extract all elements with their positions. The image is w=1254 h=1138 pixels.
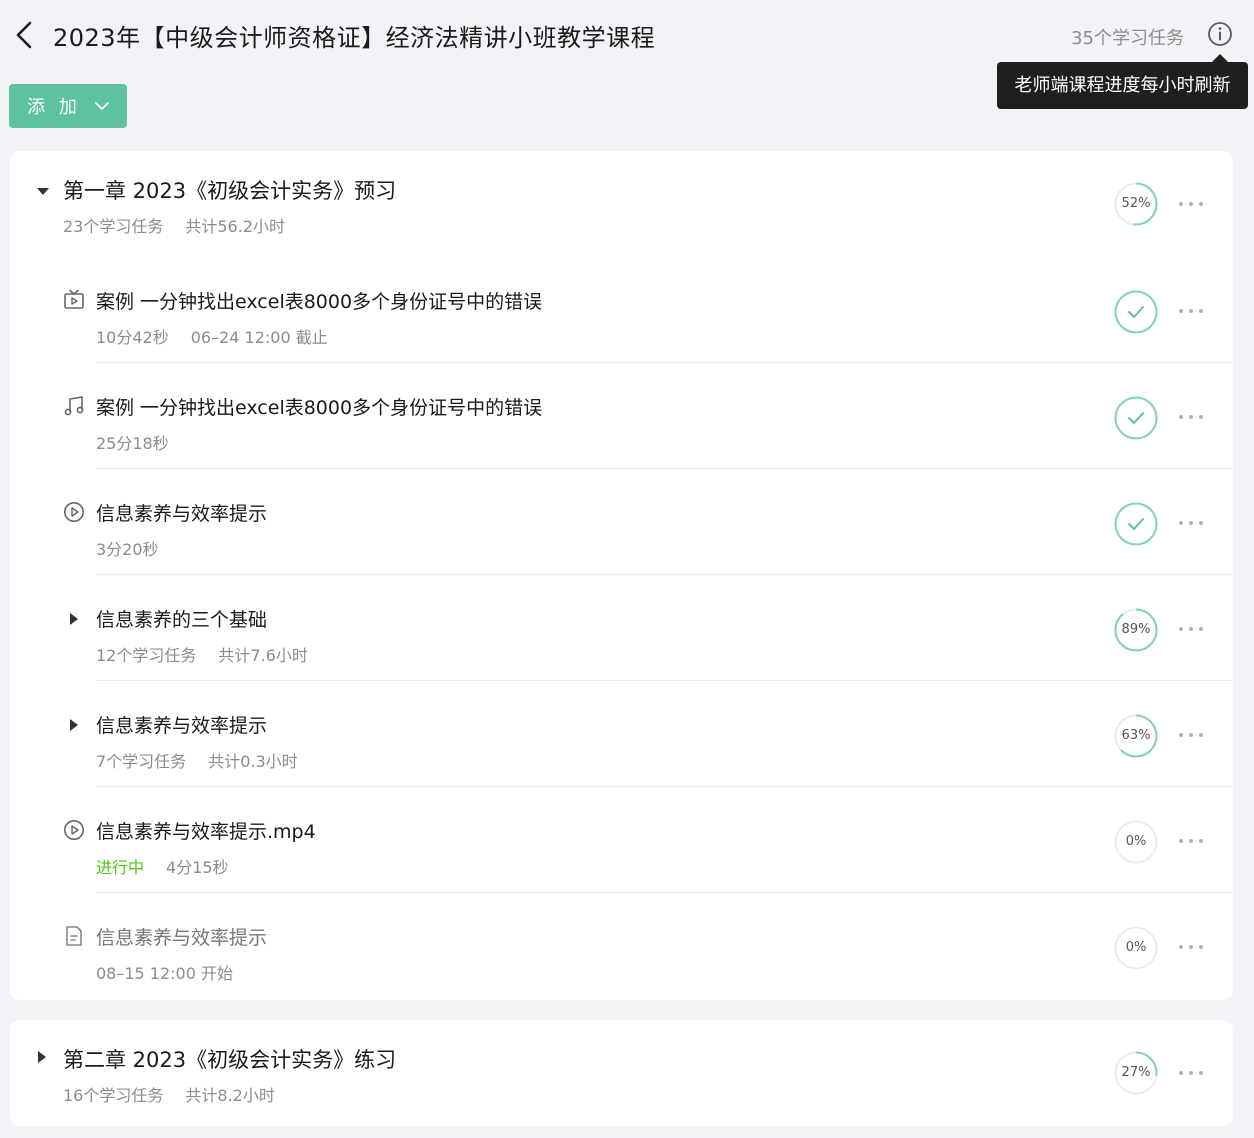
progress-ring: 63% (1114, 714, 1158, 758)
item-meta: 进行中 4分15秒 (96, 854, 229, 878)
more-icon[interactable] (1179, 623, 1203, 635)
play-circle-icon (63, 501, 85, 523)
item-title: 信息素养与效率提示 (96, 715, 268, 737)
item-title: 信息素养与效率提示 (96, 927, 268, 949)
progress-label: 0% (1125, 940, 1147, 955)
progress-label: 52% (1121, 196, 1151, 211)
chapter-card: 第一章 2023《初级会计实务》预习 23个学习任务 共计56.2小时 52% 案… (10, 151, 1233, 1000)
list-item[interactable]: 案例 一分钟找出excel表8000多个身份证号中的错误 25分18秒 (10, 363, 1233, 469)
chapter-title: 第一章 2023《初级会计实务》预习 (63, 179, 397, 203)
progress-label: 63% (1121, 728, 1151, 743)
add-button[interactable]: 添 加 (9, 84, 127, 128)
header: 2023年【中级会计师资格证】经济法精讲小班教学课程 35个学习任务 老师端课程… (0, 0, 1254, 109)
list-item[interactable]: 信息素养的三个基础 12个学习任务 共计7.6小时 89% (10, 575, 1233, 681)
complete-check-icon (1114, 396, 1158, 440)
list-item[interactable]: 信息素养与效率提示.mp4 进行中 4分15秒 0% (10, 787, 1233, 893)
list-item[interactable]: 信息素养与效率提示 3分20秒 (10, 469, 1233, 575)
item-total-time: 共计0.3小时 (208, 752, 298, 771)
add-button-label: 添 加 (27, 97, 81, 118)
more-icon[interactable] (1179, 729, 1203, 741)
chapter-header[interactable]: 第一章 2023《初级会计实务》预习 23个学习任务 共计56.2小时 52% (10, 151, 1233, 251)
status-badge: 进行中 (96, 858, 145, 877)
progress-label: 27% (1121, 1065, 1151, 1080)
progress-ring: 52% (1114, 182, 1158, 226)
item-start-time: 08–15 12:00 开始 (96, 964, 234, 983)
more-icon[interactable] (1179, 941, 1203, 953)
caret-right-icon[interactable] (68, 611, 80, 625)
item-title: 案例 一分钟找出excel表8000多个身份证号中的错误 (96, 397, 543, 419)
item-meta: 7个学习任务 共计0.3小时 (96, 748, 298, 772)
list-item[interactable]: 信息素养与效率提示 7个学习任务 共计0.3小时 63% (10, 681, 1233, 787)
item-deadline: 06–24 12:00 截止 (190, 328, 328, 347)
chapter-meta: 16个学习任务 共计8.2小时 (63, 1082, 275, 1106)
item-title: 信息素养与效率提示 (96, 503, 268, 525)
tooltip: 老师端课程进度每小时刷新 (997, 54, 1248, 109)
caret-down-icon[interactable] (36, 183, 50, 197)
more-icon[interactable] (1179, 835, 1203, 847)
item-meta: 3分20秒 (96, 536, 159, 560)
progress-ring: 0% (1114, 820, 1158, 864)
progress-label: 0% (1125, 834, 1147, 849)
chapter-title: 第二章 2023《初级会计实务》练习 (63, 1048, 397, 1072)
chapter-meta: 23个学习任务 共计56.2小时 (63, 213, 285, 237)
caret-right-icon[interactable] (68, 717, 80, 731)
play-circle-icon (63, 819, 85, 841)
complete-check-icon (1114, 290, 1158, 334)
item-duration: 10分42秒 (96, 328, 169, 347)
more-icon[interactable] (1179, 517, 1203, 529)
progress-ring: 89% (1114, 608, 1158, 652)
info-icon[interactable] (1207, 21, 1233, 47)
item-task-count: 12个学习任务 (96, 646, 197, 665)
live-icon (63, 289, 85, 311)
item-title: 信息素养的三个基础 (96, 609, 268, 631)
list-item[interactable]: 案例 一分钟找出excel表8000多个身份证号中的错误 10分42秒 06–24… (10, 257, 1233, 363)
progress-ring: 27% (1114, 1051, 1158, 1095)
item-meta: 12个学习任务 共计7.6小时 (96, 642, 308, 666)
item-title: 信息素养与效率提示.mp4 (96, 821, 316, 843)
chapter-total-time: 共计8.2小时 (185, 1086, 275, 1105)
chapter-task-count: 23个学习任务 (63, 217, 164, 236)
document-icon (63, 925, 85, 947)
item-meta: 08–15 12:00 开始 (96, 960, 233, 984)
caret-right-icon[interactable] (36, 1049, 48, 1063)
chapter-task-count: 16个学习任务 (63, 1086, 164, 1105)
more-icon[interactable] (1179, 1067, 1203, 1079)
progress-ring: 0% (1114, 926, 1158, 970)
chevron-down-icon (94, 102, 109, 110)
item-title: 案例 一分钟找出excel表8000多个身份证号中的错误 (96, 291, 543, 313)
music-icon (63, 395, 85, 417)
item-duration: 25分18秒 (96, 434, 169, 453)
item-task-count: 7个学习任务 (96, 752, 187, 771)
progress-label: 89% (1121, 622, 1151, 637)
item-duration: 4分15秒 (166, 858, 229, 877)
back-arrow-icon[interactable] (12, 20, 40, 50)
chapter-total-time: 共计56.2小时 (185, 217, 286, 236)
page-title: 2023年【中级会计师资格证】经济法精讲小班教学课程 (53, 24, 656, 52)
item-duration: 3分20秒 (96, 540, 159, 559)
list-item[interactable]: 信息素养与效率提示 08–15 12:00 开始 0% (10, 893, 1233, 999)
chapter-header[interactable]: 第二章 2023《初级会计实务》练习 16个学习任务 共计8.2小时 27% (10, 1020, 1233, 1120)
more-icon[interactable] (1179, 305, 1203, 317)
more-icon[interactable] (1179, 198, 1203, 210)
more-icon[interactable] (1179, 411, 1203, 423)
complete-check-icon (1114, 502, 1158, 546)
item-meta: 10分42秒 06–24 12:00 截止 (96, 324, 328, 348)
chapter-card: 第二章 2023《初级会计实务》练习 16个学习任务 共计8.2小时 27% (10, 1020, 1233, 1126)
item-meta: 25分18秒 (96, 430, 169, 454)
item-total-time: 共计7.6小时 (218, 646, 308, 665)
task-count: 35个学习任务 (1071, 28, 1184, 49)
